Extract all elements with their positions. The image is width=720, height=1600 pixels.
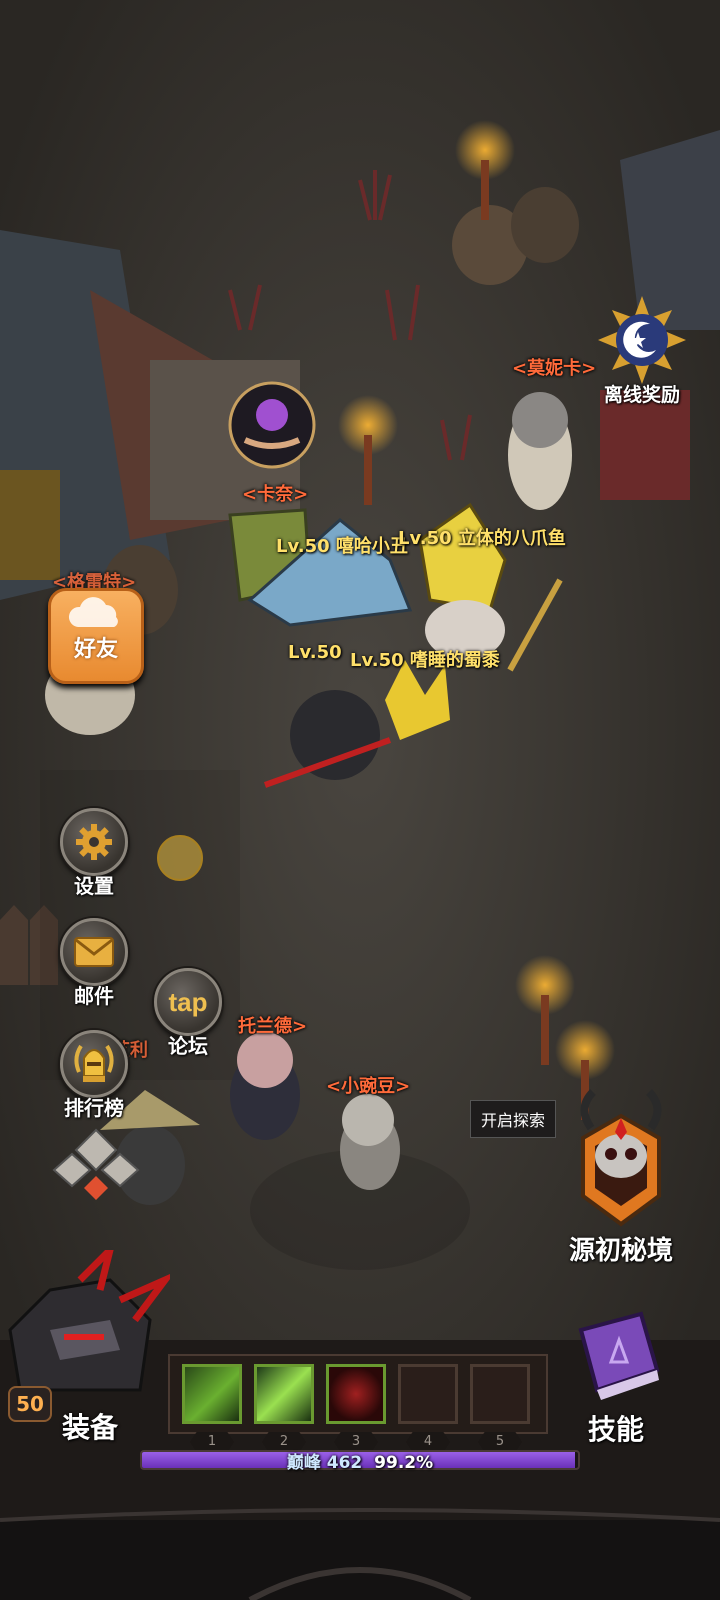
gear-icon <box>76 824 112 860</box>
equip-label: 装备 <box>62 1411 119 1444</box>
offline-reward-label: 离线奖励 <box>603 384 680 406</box>
forum-button[interactable]: tap 论坛 <box>150 968 226 1059</box>
skills-button[interactable]: 技能 <box>556 1300 676 1450</box>
level-badge: 50 <box>8 1386 52 1422</box>
skill-slot-4[interactable] <box>398 1364 458 1424</box>
peak-progress-text: 巅峰 462 99.2% <box>140 1448 580 1473</box>
explore-tooltip: 开启探索 <box>470 1100 557 1138</box>
peak-rank-value: 462 <box>326 1453 363 1473</box>
ranking-disc <box>60 1030 128 1098</box>
player-name-3: Lv.50 <box>288 642 342 663</box>
npc-name-toland: 托兰德> <box>238 1016 308 1037</box>
tap-logo-icon: tap <box>168 986 208 1017</box>
forum-label: 论坛 <box>168 1034 208 1058</box>
skills-label: 技能 <box>587 1413 644 1446</box>
friends-button[interactable]: 好友 <box>48 588 144 684</box>
spellbook-icon <box>578 1311 660 1400</box>
settings-label: 设置 <box>74 874 114 898</box>
envelope-icon <box>74 937 114 967</box>
player-name-4: Lv.50 嗜睡的蜀黍 <box>350 650 500 671</box>
skill-slot-1[interactable] <box>182 1364 242 1424</box>
cloud-icon <box>68 597 118 627</box>
mail-label: 邮件 <box>74 984 114 1008</box>
settings-button[interactable]: 设置 <box>56 808 132 899</box>
equip-button[interactable]: 50 装备 <box>0 1238 176 1444</box>
skill-slot-2[interactable] <box>254 1364 314 1424</box>
npc-name-xiaowandou: <小豌豆> <box>326 1076 411 1097</box>
explore-tooltip-text: 开启探索 <box>481 1111 546 1130</box>
horned-skull-icon <box>580 1089 662 1227</box>
skill-slot-3[interactable] <box>326 1364 386 1424</box>
forum-disc: tap <box>154 968 222 1036</box>
moon-star-icon <box>598 296 686 384</box>
ranking-label: 排行榜 <box>64 1096 124 1120</box>
mail-button[interactable]: 邮件 <box>56 918 132 1009</box>
diamond-menu-button[interactable] <box>52 1124 140 1212</box>
npc-name-monica: <莫妮卡> <box>512 358 597 379</box>
friends-label: 好友 <box>73 637 118 662</box>
peak-progress-percent: 99.2% <box>374 1453 434 1473</box>
mail-disc <box>60 918 128 986</box>
player-name-1: Lv.50 嘻哈小丑 <box>276 536 408 557</box>
skill-slot-5[interactable] <box>470 1364 530 1424</box>
peak-rank-label: 巅峰 <box>286 1453 321 1473</box>
level-value: 50 <box>16 1392 44 1416</box>
knight-helmet-laurel-icon <box>74 1044 114 1082</box>
player-name-2: Lv.50 立体的八爪鱼 <box>398 528 566 549</box>
npc-name-kana: <卡奈> <box>242 484 309 505</box>
settings-disc <box>60 808 128 876</box>
diamond-cluster-icon <box>52 1128 140 1200</box>
explore-button[interactable]: 源初秘境 <box>546 1088 696 1278</box>
dark-knight-avatar-icon <box>8 1238 176 1392</box>
ranking-button[interactable]: 排行榜 <box>56 1030 132 1121</box>
offline-reward-button[interactable]: 离线奖励 <box>588 296 696 420</box>
